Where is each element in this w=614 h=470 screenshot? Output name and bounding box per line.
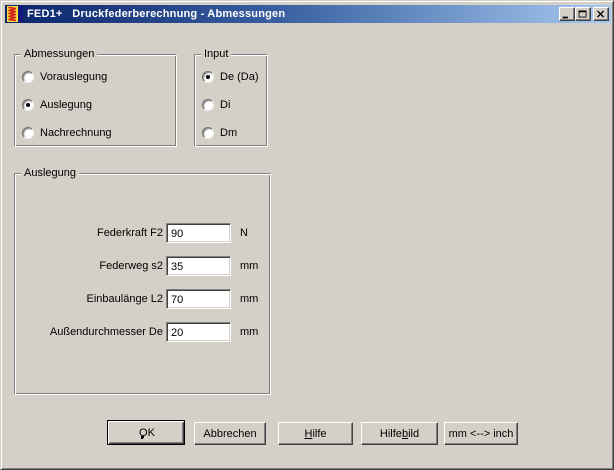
radio-auslegung-label: Auslegung xyxy=(40,99,92,111)
group-input: Input De (Da) Di Dm xyxy=(194,54,268,147)
einbaulaenge-unit: mm xyxy=(240,293,258,305)
group-input-label: Input xyxy=(201,48,231,61)
aussendurchmesser-label: Außendurchmesser De xyxy=(15,326,163,338)
maximize-button[interactable] xyxy=(575,7,591,21)
federweg-label: Federweg s2 xyxy=(15,260,163,272)
close-button[interactable] xyxy=(593,7,609,21)
radio-dm[interactable]: Dm xyxy=(202,126,237,140)
radio-di[interactable]: Di xyxy=(202,98,230,112)
window-title: FED1+ Druckfederberechnung - Abmessungen xyxy=(27,8,285,20)
field-row-federkraft: Federkraft F2 N xyxy=(15,223,248,243)
group-auslegung-label: Auslegung xyxy=(21,167,79,180)
cancel-button-label: Abbrechen xyxy=(203,428,256,440)
mm-inch-toggle-button[interactable]: mm <--> inch xyxy=(444,422,518,445)
federkraft-input[interactable] xyxy=(166,223,231,243)
radio-de-da[interactable]: De (Da) xyxy=(202,70,259,84)
radio-di-label: Di xyxy=(220,99,230,111)
einbaulaenge-input[interactable] xyxy=(166,289,231,309)
radio-circle[interactable] xyxy=(22,71,34,83)
radio-circle[interactable] xyxy=(202,127,214,139)
cancel-button[interactable]: Abbrechen xyxy=(194,422,266,445)
radio-circle[interactable] xyxy=(22,127,34,139)
field-row-einbaulaenge: Einbaulänge L2 mm xyxy=(15,289,258,309)
radio-nachrechnung-label: Nachrechnung xyxy=(40,127,112,139)
radio-circle-selected[interactable] xyxy=(202,71,214,83)
minimize-icon xyxy=(560,7,574,21)
app-spring-icon xyxy=(7,6,23,22)
einbaulaenge-label: Einbaulänge L2 xyxy=(15,293,163,305)
radio-de-da-label: De (Da) xyxy=(220,71,259,83)
ok-button[interactable]: OK xyxy=(107,420,185,445)
radio-vorauslegung[interactable]: Vorauslegung xyxy=(22,70,107,84)
radio-auslegung[interactable]: Auslegung xyxy=(22,98,92,112)
aussendurchmesser-unit: mm xyxy=(240,326,258,338)
federweg-unit: mm xyxy=(240,260,258,272)
radio-dm-label: Dm xyxy=(220,127,237,139)
field-row-aussendurchmesser: Außendurchmesser De mm xyxy=(15,322,258,342)
group-abmessungen: Abmessungen Vorauslegung Auslegung Nachr… xyxy=(14,54,177,147)
group-auslegung: Auslegung Federkraft F2 N Federweg s2 mm… xyxy=(14,173,271,395)
field-row-federweg: Federweg s2 mm xyxy=(15,256,258,276)
dialog-window: FED1+ Druckfederberechnung - Abmessungen… xyxy=(0,0,614,470)
federweg-input[interactable] xyxy=(166,256,231,276)
radio-nachrechnung[interactable]: Nachrechnung xyxy=(22,126,112,140)
aussendurchmesser-input[interactable] xyxy=(166,322,231,342)
minimize-button[interactable] xyxy=(559,7,575,21)
help-image-button-label: Hilfebild xyxy=(380,428,419,440)
federkraft-unit: N xyxy=(240,227,248,239)
help-image-button[interactable]: Hilfebild xyxy=(361,422,438,445)
close-icon xyxy=(594,7,608,21)
radio-vorauslegung-label: Vorauslegung xyxy=(40,71,107,83)
title-bar[interactable]: FED1+ Druckfederberechnung - Abmessungen xyxy=(5,5,611,23)
help-button-label: Hilfe xyxy=(304,428,326,440)
ok-button-label: OK xyxy=(139,427,155,439)
mm-inch-button-label: mm <--> inch xyxy=(449,428,514,440)
group-abmessungen-label: Abmessungen xyxy=(21,48,97,61)
federkraft-label: Federkraft F2 xyxy=(15,227,163,239)
window-controls xyxy=(559,7,609,21)
maximize-icon xyxy=(576,7,590,21)
radio-circle[interactable] xyxy=(202,99,214,111)
help-button[interactable]: Hilfe xyxy=(278,422,353,445)
radio-circle-selected[interactable] xyxy=(22,99,34,111)
